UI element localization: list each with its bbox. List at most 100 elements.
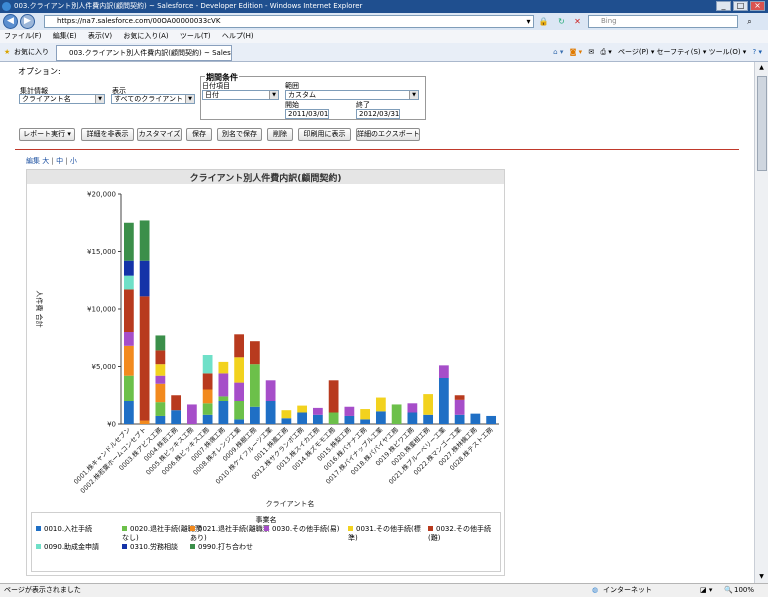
bar-segment bbox=[155, 415, 166, 424]
hide-details-button[interactable]: 詳細を非表示 bbox=[81, 128, 134, 141]
separator: | bbox=[51, 157, 54, 165]
chart-edit-link[interactable]: 編集 bbox=[26, 157, 40, 165]
chart-medium-link[interactable]: 中 bbox=[56, 157, 63, 165]
save-button[interactable]: 保存 bbox=[186, 128, 212, 141]
legend-title: 事業名 bbox=[255, 516, 277, 524]
show-value: すべてのクライアント bbox=[114, 95, 183, 103]
bar-segment bbox=[139, 296, 150, 421]
address-bar[interactable]: https://na7.salesforce.com/00OA00000033c… bbox=[44, 15, 534, 28]
menu-view[interactable]: 表示(V) bbox=[88, 32, 112, 40]
export-details-button[interactable]: 詳細のエクスポート bbox=[356, 128, 420, 141]
home-icon[interactable]: ⌂ ▾ bbox=[553, 48, 563, 56]
scroll-up-icon[interactable]: ▲ bbox=[755, 62, 768, 74]
bar-segment bbox=[218, 373, 229, 397]
legend-item: 0090.助成金申請 bbox=[36, 543, 116, 552]
back-button[interactable]: ◀ bbox=[3, 14, 18, 29]
bar-segment bbox=[123, 260, 134, 276]
delete-button[interactable]: 削除 bbox=[267, 128, 293, 141]
range-select[interactable]: カスタム ▼ bbox=[285, 90, 419, 100]
bar-segment bbox=[249, 406, 260, 424]
bar-segment bbox=[218, 361, 229, 374]
lock-icon[interactable]: 🔒 bbox=[538, 16, 549, 27]
bar-segment bbox=[139, 220, 150, 261]
bar-segment bbox=[344, 406, 355, 416]
zoom-level[interactable]: 100% bbox=[734, 584, 754, 597]
bar-segment bbox=[454, 399, 465, 415]
bar-segment bbox=[202, 373, 213, 390]
legend-swatch bbox=[36, 544, 41, 549]
favorites-label[interactable]: お気に入り bbox=[14, 43, 49, 62]
favorites-star-icon[interactable]: ★ bbox=[4, 43, 10, 62]
scroll-thumb[interactable] bbox=[757, 76, 767, 171]
protected-mode-icon[interactable]: ◪ ▾ bbox=[700, 584, 712, 597]
menu-edit[interactable]: 編集(E) bbox=[53, 32, 77, 40]
printable-view-button[interactable]: 印刷用に表示 bbox=[298, 128, 351, 141]
save-as-button[interactable]: 別名で保存 bbox=[217, 128, 262, 141]
chevron-down-icon: ▼ bbox=[95, 95, 104, 103]
legend-item: 0031.その他手続(標準) bbox=[348, 525, 428, 543]
separator: | bbox=[65, 157, 68, 165]
stop-icon[interactable]: ✕ bbox=[572, 16, 583, 27]
bar-segment bbox=[375, 411, 386, 424]
bar-segment bbox=[123, 222, 134, 261]
vertical-scrollbar[interactable]: ▲ ▼ bbox=[754, 62, 768, 583]
run-report-button[interactable]: レポート実行 ▾ bbox=[19, 128, 75, 141]
legend-label: 0021.退社手続(離職票あり) bbox=[190, 525, 270, 542]
legend-item: 0010.入社手続 bbox=[36, 525, 116, 534]
help-icon[interactable]: ? ▾ bbox=[753, 48, 762, 56]
date-field-select[interactable]: 日付 ▼ bbox=[202, 90, 279, 100]
command-bar: ⌂ ▾ ◙ ▾ ✉ ⎙ ▾ ページ(P) ▾ セーフティ(S) ▾ ツール(O)… bbox=[553, 43, 762, 62]
chart-svg: ¥0¥5,000¥10,000¥15,000¥20,000人件費 合計0001.… bbox=[35, 191, 499, 508]
bar-segment bbox=[155, 402, 166, 416]
range-value: カスタム bbox=[288, 91, 316, 99]
legend-swatch bbox=[122, 526, 127, 531]
feeds-icon[interactable]: ◙ ▾ bbox=[570, 48, 583, 56]
menu-tools[interactable]: ツール(T) bbox=[180, 32, 211, 40]
menu-favorites[interactable]: お気に入り(A) bbox=[123, 32, 168, 40]
options-heading: オプション: bbox=[18, 67, 61, 76]
mail-icon[interactable]: ✉ bbox=[588, 48, 594, 56]
chart-large-link[interactable]: 大 bbox=[42, 157, 49, 165]
maximize-button[interactable]: □ bbox=[733, 1, 748, 11]
refresh-icon[interactable]: ↻ bbox=[556, 16, 567, 27]
bar-segment bbox=[171, 410, 182, 424]
bar-segment bbox=[249, 364, 260, 407]
command-menus[interactable]: ページ(P) ▾ セーフティ(S) ▾ ツール(O) ▾ bbox=[618, 48, 746, 56]
bar-segment bbox=[139, 420, 150, 424]
bar-segment bbox=[344, 415, 355, 424]
forward-button[interactable]: ▶ bbox=[20, 14, 35, 29]
address-dropdown-icon[interactable]: ▾ bbox=[523, 16, 534, 27]
bar-segment bbox=[155, 335, 166, 351]
section-divider bbox=[15, 149, 739, 150]
customize-button[interactable]: カスタマイズ bbox=[137, 128, 182, 141]
close-window-button[interactable]: × bbox=[750, 1, 765, 11]
bar-segment bbox=[407, 403, 418, 413]
x-tick-label: 0002.株若葉ホームコンセプト bbox=[78, 425, 148, 495]
search-input[interactable]: Bing bbox=[588, 15, 738, 28]
bar-segment bbox=[281, 418, 292, 424]
bar-segment bbox=[139, 260, 150, 297]
bar-segment bbox=[360, 419, 371, 424]
search-icon[interactable]: ⌕ bbox=[744, 16, 755, 27]
browser-tab[interactable]: 003.クライアント別人件費内訳(顧問契約) ~ Salesforc... bbox=[56, 45, 232, 61]
bar-segment bbox=[202, 389, 213, 404]
start-date-input[interactable]: 2011/03/01 bbox=[285, 109, 329, 119]
scroll-down-icon[interactable]: ▼ bbox=[755, 571, 768, 583]
bar-segment bbox=[155, 364, 166, 376]
menu-file[interactable]: ファイル(F) bbox=[4, 32, 42, 40]
summarize-select[interactable]: クライアント名 ▼ bbox=[19, 94, 105, 104]
legend-item: 0021.退社手続(離職票あり) bbox=[190, 525, 270, 543]
bar-segment bbox=[249, 341, 260, 365]
bar-segment bbox=[423, 414, 434, 424]
show-select[interactable]: すべてのクライアント ▼ bbox=[111, 94, 195, 104]
chevron-down-icon: ▼ bbox=[185, 95, 194, 103]
legend-label: 0030.その他手続(易) bbox=[272, 525, 340, 533]
minimize-button[interactable]: _ bbox=[716, 1, 731, 11]
chart-small-link[interactable]: 小 bbox=[70, 157, 77, 165]
zoom-icon[interactable]: 🔍 bbox=[724, 584, 733, 597]
end-date-input[interactable]: 2012/03/31 bbox=[356, 109, 400, 119]
print-icon[interactable]: ⎙ ▾ bbox=[600, 48, 611, 56]
bar-segment bbox=[297, 412, 308, 424]
menu-help[interactable]: ヘルプ(H) bbox=[222, 32, 254, 40]
legend-label: 0010.入社手続 bbox=[44, 525, 93, 533]
